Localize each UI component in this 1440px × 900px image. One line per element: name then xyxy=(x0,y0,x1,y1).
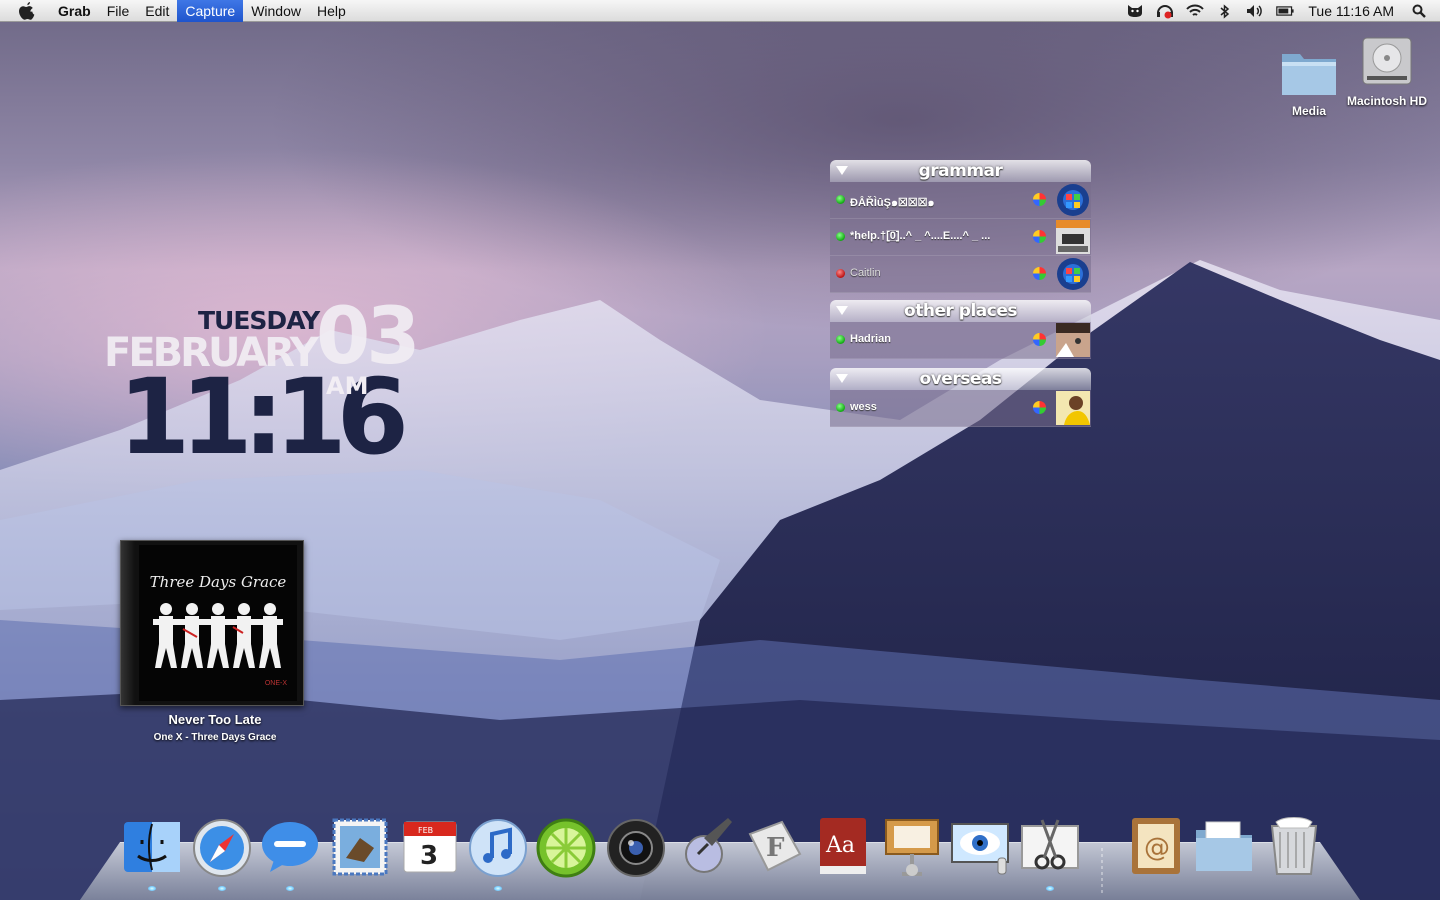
address-book-icon[interactable]: @ xyxy=(1124,814,1188,878)
buddy-group-overseas: overseas wess xyxy=(830,368,1091,427)
menu-edit[interactable]: Edit xyxy=(137,0,177,22)
buddy-row[interactable]: wess xyxy=(830,390,1091,427)
status-available-icon xyxy=(836,403,845,412)
preview-icon[interactable] xyxy=(948,814,1012,878)
itunes-icon[interactable] xyxy=(466,814,530,878)
ical-day: 3 xyxy=(420,841,438,871)
running-indicator xyxy=(286,886,294,891)
dictionary-icon[interactable]: Aa xyxy=(812,814,876,878)
group-name: overseas xyxy=(919,369,1002,389)
limewire-icon[interactable] xyxy=(534,814,598,878)
running-indicator xyxy=(494,886,502,891)
ichat-icon[interactable] xyxy=(258,814,322,878)
running-indicator xyxy=(148,886,156,891)
buddy-avatar-windows-icon xyxy=(1057,258,1089,290)
paper-dolls-art-icon xyxy=(153,603,283,668)
buddy-name: Caitlin xyxy=(850,267,881,279)
buddy-row[interactable]: *help.†[̲̅0̲̅]..^ _ ^....E....^ _ ... xyxy=(830,219,1091,256)
date-time-widget: TUESDAY FEBRUARY 03 11:16 AM xyxy=(100,292,430,478)
spotlight-search-icon[interactable] xyxy=(1410,3,1428,19)
buddy-name: Hadrian xyxy=(850,333,891,345)
widget-ampm: AM xyxy=(326,372,369,400)
ical-month: FEB xyxy=(418,826,433,835)
aperture-icon[interactable] xyxy=(604,814,668,878)
wifi-icon[interactable] xyxy=(1186,3,1205,19)
msn-service-icon xyxy=(1033,401,1046,414)
finder-icon[interactable] xyxy=(120,814,184,878)
desktop-icon-macintosh-hd[interactable]: Macintosh HD xyxy=(1347,34,1427,108)
buddy-avatar-person-icon xyxy=(1056,391,1090,425)
svg-text:@: @ xyxy=(1144,833,1170,863)
buddy-group-header[interactable]: overseas xyxy=(830,368,1091,390)
apple-menu-icon[interactable] xyxy=(18,1,36,20)
trash-icon[interactable] xyxy=(1262,814,1326,878)
desktop-icon-label: Media xyxy=(1291,104,1326,118)
status-available-icon xyxy=(836,335,845,344)
album-small-text: ONE-X xyxy=(264,680,287,687)
album-art: Three Days Grace ONE-X xyxy=(139,545,297,701)
growl-cat-icon[interactable] xyxy=(1126,3,1144,19)
keynote-icon[interactable] xyxy=(880,814,944,878)
grab-icon[interactable] xyxy=(1018,814,1082,878)
buddy-row[interactable]: Caitlin xyxy=(830,256,1091,293)
buddy-avatar-face-icon xyxy=(1056,323,1090,357)
msn-service-icon xyxy=(1033,267,1046,280)
buddy-group-header[interactable]: grammar xyxy=(830,160,1091,182)
svg-text:Aa: Aa xyxy=(825,833,855,858)
group-name: grammar xyxy=(918,161,1003,181)
safari-icon[interactable] xyxy=(190,814,254,878)
buddy-group-other-places: other places Hadrian xyxy=(830,300,1091,359)
status-away-icon xyxy=(836,269,845,278)
menu-help[interactable]: Help xyxy=(309,0,354,22)
status-available-icon xyxy=(836,195,845,204)
msn-service-icon xyxy=(1033,193,1046,206)
status-available-icon xyxy=(836,232,845,241)
buddy-row[interactable]: ÐÅŘÌûŞ๑☒☒☒๑ xyxy=(830,182,1091,219)
album-art-cd-case[interactable]: Three Days Grace ONE-X xyxy=(120,540,304,706)
msn-service-icon xyxy=(1033,333,1046,346)
buddy-row[interactable]: Hadrian xyxy=(830,322,1091,359)
buddy-group-header[interactable]: other places xyxy=(830,300,1091,322)
buddy-name: wess xyxy=(850,401,877,413)
buddy-avatar-windows-icon xyxy=(1057,184,1089,216)
now-playing-info: Never Too Late One X - Three Days Grace xyxy=(120,712,310,743)
hard-drive-icon xyxy=(1357,34,1417,90)
menu-capture[interactable]: Capture xyxy=(177,0,244,22)
buddy-avatar-photo-icon xyxy=(1056,220,1090,254)
group-name: other places xyxy=(904,301,1017,321)
bluetooth-icon[interactable] xyxy=(1216,3,1234,19)
menu-clock[interactable]: Tue 11:16 AM xyxy=(1300,3,1404,19)
script-editor-icon[interactable] xyxy=(674,814,738,878)
documents-folder-icon[interactable] xyxy=(1192,814,1256,878)
volume-icon[interactable] xyxy=(1246,3,1264,19)
mail-icon[interactable] xyxy=(328,814,392,878)
buddy-name: ÐÅŘÌûŞ๑☒☒☒๑ xyxy=(850,197,935,209)
font-book-icon[interactable]: F xyxy=(742,814,806,878)
running-indicator xyxy=(218,886,226,891)
album-band-text: Three Days Grace xyxy=(149,573,287,591)
msn-service-icon xyxy=(1033,230,1046,243)
svg-text:F: F xyxy=(766,833,785,863)
menu-extras: Tue 11:16 AM xyxy=(1120,0,1440,22)
song-subtitle: One X - Three Days Grace xyxy=(153,732,277,743)
battery-icon[interactable] xyxy=(1276,3,1294,19)
folder-icon xyxy=(1279,44,1339,100)
buddy-group-grammar: grammar ÐÅŘÌûŞ๑☒☒☒๑ *help.†[̲̅0̲̅]..^ _ … xyxy=(830,160,1091,293)
buddy-name: *help.†[̲̅0̲̅]..^ _ ^....E....^ _ ... xyxy=(850,230,991,242)
desktop-icon-media[interactable]: Media xyxy=(1269,44,1349,118)
ical-icon[interactable]: FEB 3 xyxy=(398,814,462,878)
menu-bar: Grab File Edit Capture Window Help Tue 1… xyxy=(0,0,1440,22)
running-indicator xyxy=(1046,886,1054,891)
desktop-icon-label: Macintosh HD xyxy=(1347,94,1428,108)
menu-window[interactable]: Window xyxy=(243,0,309,22)
headset-status-icon[interactable] xyxy=(1156,3,1174,19)
menu-file[interactable]: File xyxy=(99,0,138,22)
menu-app-name[interactable]: Grab xyxy=(50,0,99,22)
song-title: Never Too Late xyxy=(168,712,262,727)
